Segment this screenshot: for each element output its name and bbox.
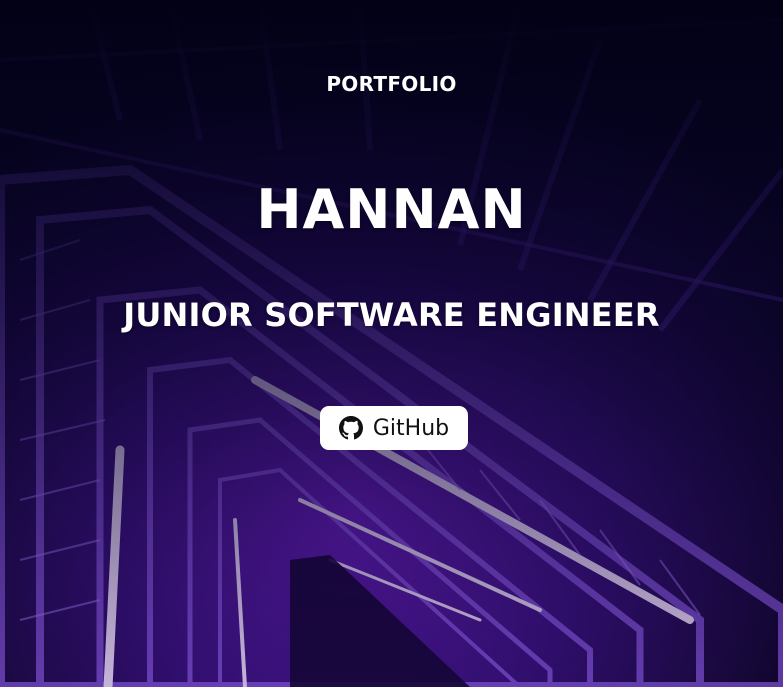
hero-section: PORTFOLIO HANNAN JUNIOR SOFTWARE ENGINEE… [0,0,783,687]
hero-name: HANNAN [256,178,527,241]
github-icon [338,416,363,440]
hero-content: PORTFOLIO HANNAN JUNIOR SOFTWARE ENGINEE… [0,0,783,687]
eyebrow-label: PORTFOLIO [326,72,457,96]
github-button[interactable]: GitHub [320,406,468,450]
hero-role: JUNIOR SOFTWARE ENGINEER [123,296,660,334]
github-button-label: GitHub [372,415,450,441]
